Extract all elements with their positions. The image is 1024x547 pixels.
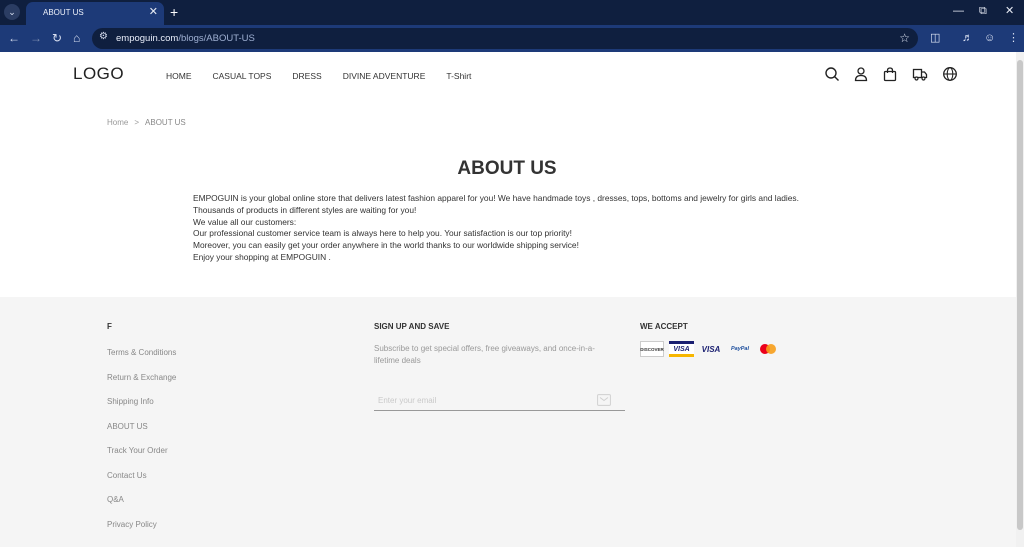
globe-icon[interactable] (942, 66, 958, 82)
forward-icon[interactable]: → (30, 30, 42, 46)
signup-title: SIGN UP AND SAVE (374, 322, 450, 331)
about-paragraph: EMPOGUIN is your global online store tha… (193, 193, 799, 203)
email-input[interactable] (378, 394, 588, 406)
browser-toolbar: ← → ↻ ⌂ ⚙ empoguin.com/blogs/ABOUT-US ☆ … (0, 25, 1024, 52)
menu-item-t-shirt[interactable]: T-Shirt (446, 71, 471, 81)
discover-card-icon: DISCOVER (640, 341, 664, 357)
close-icon[interactable]: ✕ (149, 6, 158, 19)
site-footer: F Terms & Conditions Return & Exchange S… (0, 297, 1016, 547)
footer-link-privacy[interactable]: Privacy Policy (107, 520, 176, 545)
about-paragraph: Enjoy your shopping at EMPOGUIN . (193, 251, 331, 262)
site-logo[interactable]: LOGO (73, 64, 124, 84)
paypal-icon: PayPal (730, 346, 750, 352)
profile-icon[interactable]: ☺ (984, 31, 995, 45)
restore-icon[interactable]: ⧉ (979, 4, 987, 18)
extensions-icon[interactable]: ◫ (930, 31, 940, 45)
media-controls-icon[interactable]: ♬ (962, 31, 973, 45)
page-scrollbar[interactable] (1016, 52, 1024, 547)
about-paragraph: Moreover, you can easily get your order … (193, 240, 579, 251)
main-menu: HOME CASUAL TOPS DRESS DIVINE ADVENTURE … (166, 71, 492, 81)
visa-logo-icon: VISA (701, 344, 721, 354)
footer-link-terms[interactable]: Terms & Conditions (107, 348, 176, 373)
tab-search-icon[interactable]: ⌄ (4, 4, 20, 20)
mastercard-icon: mastercard (757, 341, 779, 357)
breadcrumb-home[interactable]: Home (107, 118, 128, 127)
new-tab-button[interactable]: + (170, 4, 178, 20)
back-icon[interactable]: ← (8, 30, 20, 46)
browser-menu-icon[interactable]: ⋮ (1008, 31, 1019, 45)
about-content: EMPOGUIN is your global online store tha… (193, 193, 813, 264)
track-order-truck-icon[interactable] (912, 66, 928, 82)
address-bar[interactable]: ⚙ empoguin.com/blogs/ABOUT-US ☆ (92, 28, 918, 49)
footer-link-return[interactable]: Return & Exchange (107, 373, 176, 398)
footer-link-about[interactable]: ABOUT US (107, 422, 176, 447)
footer-link-contact[interactable]: Contact Us (107, 471, 176, 496)
url-text: empoguin.com/blogs/ABOUT-US (116, 33, 255, 44)
home-icon[interactable]: ⌂ (73, 30, 80, 46)
reload-icon[interactable]: ↻ (52, 30, 62, 46)
about-paragraph: Thousands of products in different style… (193, 204, 417, 215)
search-icon[interactable] (824, 66, 840, 82)
page-title: ABOUT US (457, 158, 557, 179)
signup-description: Subscribe to get special offers, free gi… (374, 344, 595, 365)
account-icon[interactable] (853, 66, 869, 82)
breadcrumb: Home > ABOUT US (107, 118, 186, 127)
menu-item-dress[interactable]: DRESS (292, 71, 321, 81)
footer-links: Terms & Conditions Return & Exchange Shi… (107, 348, 176, 544)
web-page: LOGO HOME CASUAL TOPS DRESS DIVINE ADVEN… (0, 52, 1024, 547)
menu-item-divine-adventure[interactable]: DIVINE ADVENTURE (343, 71, 426, 81)
browser-tab-bar: ⌄ ABOUT US ✕ + — ⧉ ✕ (0, 0, 1024, 25)
footer-link-track-order[interactable]: Track Your Order (107, 446, 176, 471)
minimize-icon[interactable]: — (953, 4, 964, 18)
visa-card-icon: VISA (669, 341, 694, 357)
breadcrumb-current: ABOUT US (145, 118, 186, 127)
footer-col1-title: F (107, 322, 112, 331)
menu-item-home[interactable]: HOME (166, 71, 192, 81)
tab-title: ABOUT US (43, 8, 84, 17)
scrollbar-thumb[interactable] (1017, 60, 1023, 530)
newsletter-form (374, 389, 625, 411)
browser-tab[interactable]: ABOUT US ✕ (26, 2, 164, 25)
cart-icon[interactable] (882, 66, 898, 82)
footer-link-qa[interactable]: Q&A (107, 495, 176, 520)
breadcrumb-separator: > (134, 118, 140, 127)
accept-title: WE ACCEPT (640, 322, 688, 331)
window-close-icon[interactable]: ✕ (1005, 4, 1014, 18)
bookmark-star-icon[interactable]: ☆ (899, 31, 910, 45)
payment-cards: DISCOVER VISA VISA PayPal mastercard (640, 341, 779, 357)
send-icon[interactable] (597, 393, 611, 406)
site-settings-icon[interactable]: ⚙ (99, 31, 108, 42)
menu-item-casual-tops[interactable]: CASUAL TOPS (213, 71, 272, 81)
footer-link-shipping[interactable]: Shipping Info (107, 397, 176, 422)
about-paragraph: We value all our customers: (193, 216, 297, 227)
about-paragraph: Our professional customer service team i… (193, 228, 572, 239)
